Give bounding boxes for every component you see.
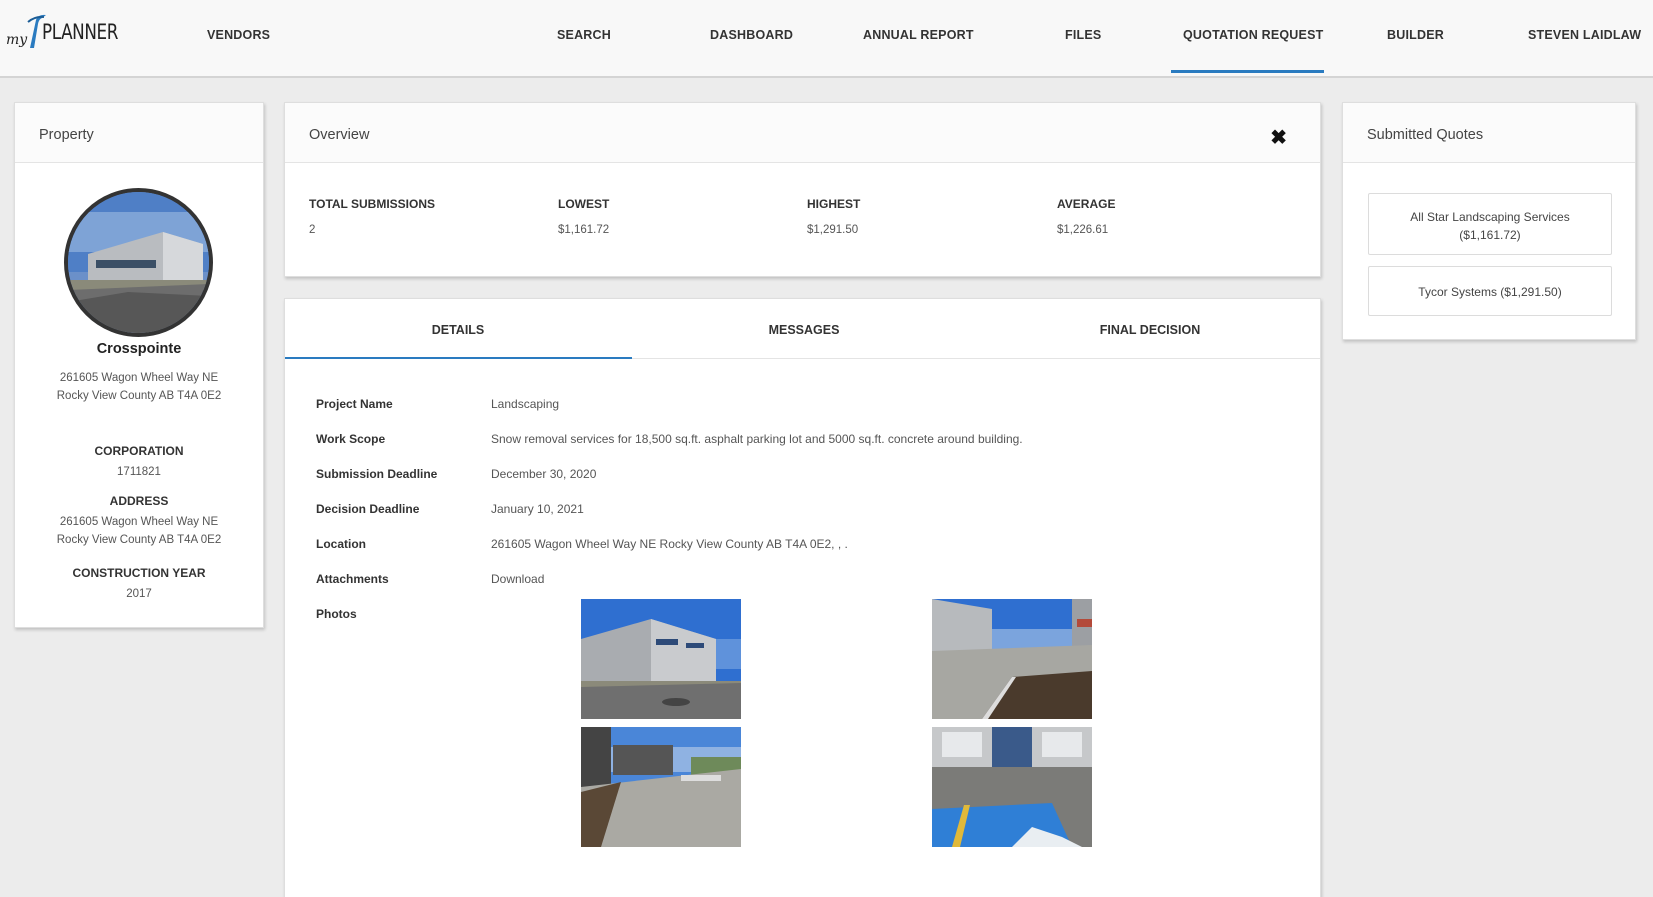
work-scope-value: Snow removal services for 18,500 sq.ft. … [491, 432, 1023, 446]
stat-label: LOWEST [558, 197, 610, 211]
stat-label: HIGHEST [807, 197, 861, 211]
project-name-value: Landscaping [491, 397, 560, 411]
property-card-header: Property [15, 103, 263, 163]
nav-vendors[interactable]: VENDORS [207, 28, 270, 42]
stat-average: AVERAGE $1,226.61 [1057, 197, 1115, 236]
property-address-line1: 261605 Wagon Wheel Way NE [59, 372, 219, 384]
quote-vendor-name: Tycor Systems ($1,291.50) [1418, 285, 1562, 299]
stat-label: AVERAGE [1057, 197, 1116, 211]
stat-value: $1,226.61 [1057, 224, 1109, 236]
nav-files[interactable]: FILES [1065, 28, 1101, 42]
construction-year-value: 2017 [126, 588, 152, 600]
construction-year-label: CONSTRUCTION YEAR [72, 566, 206, 580]
stat-label: TOTAL SUBMISSIONS [309, 197, 436, 211]
stat-lowest: LOWEST $1,161.72 [558, 197, 609, 236]
decision-deadline-label: Decision Deadline [316, 502, 420, 516]
tab-details[interactable]: DETAILS [285, 299, 631, 359]
logo-my-text: my [6, 32, 28, 48]
project-photo-2[interactable] [932, 599, 1092, 719]
quote-amount: ($1,161.72) [1459, 228, 1521, 242]
nav-builder[interactable]: BUILDER [1387, 28, 1444, 42]
stat-highest: HIGHEST $1,291.50 [807, 197, 860, 236]
project-photo-4[interactable] [932, 727, 1092, 847]
submitted-quotes-header: Submitted Quotes [1343, 103, 1635, 163]
corporation-label: CORPORATION [94, 444, 184, 458]
overview-card-header: Overview [285, 103, 1320, 163]
photos-label: Photos [316, 607, 357, 621]
project-name-label: Project Name [316, 397, 393, 411]
quote-item-all-star[interactable]: All Star Landscaping Services ($1,161.72… [1368, 193, 1612, 255]
nav-active-indicator [1171, 70, 1324, 73]
close-icon[interactable]: ✖ [1270, 125, 1287, 150]
submitted-quotes-card: Submitted Quotes All Star Landscaping Se… [1342, 102, 1636, 340]
address-value-line1: 261605 Wagon Wheel Way NE [59, 516, 219, 528]
nav-user-menu[interactable]: STEVEN LAIDLAW [1528, 28, 1641, 42]
logo-planner-text: PLANNER [42, 20, 118, 44]
nav-annual-report[interactable]: ANNUAL REPORT [863, 28, 974, 42]
quote-vendor-name: All Star Landscaping Services [1410, 210, 1570, 224]
attachments-label: Attachments [316, 572, 389, 586]
overview-card: Overview ✖ TOTAL SUBMISSIONS 2 LOWEST $1… [284, 102, 1321, 277]
decision-deadline-value: January 10, 2021 [491, 502, 584, 516]
project-photo-3[interactable] [581, 727, 741, 847]
tab-active-indicator [285, 357, 632, 359]
stat-total-submissions: TOTAL SUBMISSIONS 2 [309, 197, 435, 236]
download-link[interactable]: Download [491, 572, 544, 586]
myplanner-logo[interactable]: my PLANNER [6, 14, 118, 52]
address-value-line2: Rocky View County AB T4A 0E2 [56, 534, 222, 546]
details-card: DETAILS MESSAGES FINAL DECISION Project … [284, 298, 1321, 897]
location-label: Location [316, 537, 366, 551]
stat-value: 2 [309, 224, 316, 236]
stat-value: $1,291.50 [807, 224, 859, 236]
property-address-line2: Rocky View County AB T4A 0E2 [56, 390, 222, 402]
corporation-value: 1711821 [117, 466, 161, 478]
location-value: 261605 Wagon Wheel Way NE Rocky View Cou… [491, 537, 848, 551]
tab-final-decision[interactable]: FINAL DECISION [977, 299, 1323, 359]
submission-deadline-value: December 30, 2020 [491, 467, 597, 481]
quote-item-tycor[interactable]: Tycor Systems ($1,291.50) [1368, 266, 1612, 316]
property-photo [64, 188, 213, 337]
property-card: Property Crosspointe 261605 Wagon Wheel … [14, 102, 264, 628]
nav-dashboard[interactable]: DASHBOARD [710, 28, 793, 42]
address-label: ADDRESS [109, 494, 169, 508]
submission-deadline-label: Submission Deadline [316, 467, 438, 481]
stat-value: $1,161.72 [558, 224, 610, 236]
nav-quotation-request[interactable]: QUOTATION REQUEST [1183, 28, 1323, 42]
work-scope-label: Work Scope [316, 432, 386, 446]
tab-messages[interactable]: MESSAGES [631, 299, 977, 359]
nav-search[interactable]: SEARCH [557, 28, 611, 42]
project-photo-1[interactable] [581, 599, 741, 719]
top-navigation: my PLANNER VENDORS SEARCH DASHBOARD ANNU… [0, 0, 1653, 78]
property-name: Crosspointe [96, 341, 182, 357]
